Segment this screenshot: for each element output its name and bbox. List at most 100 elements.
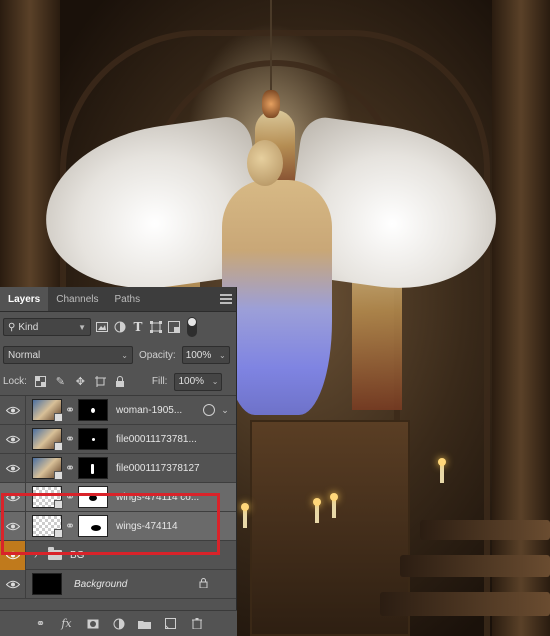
add-mask-icon[interactable] (86, 617, 100, 631)
chevron-down-icon[interactable]: ⌄ (218, 403, 232, 417)
group-name: BG (70, 549, 85, 561)
smart-object-icon (54, 442, 63, 451)
background-layer-row[interactable]: Background (0, 569, 236, 599)
lock-row: Lock: ✎ ✥ Fill: 100% ⌄ (0, 368, 236, 396)
lock-image-pixels-icon[interactable]: ✎ (54, 375, 67, 388)
visibility-eye-icon[interactable] (0, 453, 26, 483)
visibility-eye-icon[interactable] (0, 424, 26, 454)
angel-head (247, 140, 283, 186)
layer-thumbnail[interactable] (32, 457, 63, 480)
link-icon[interactable]: ⚭ (64, 519, 76, 533)
lock-all-icon[interactable] (114, 375, 127, 388)
link-icon[interactable]: ⚭ (64, 403, 76, 417)
shape-filter-icon[interactable] (149, 320, 163, 334)
blend-mode-value: Normal (8, 349, 41, 361)
fill-field[interactable]: 100% ⌄ (174, 372, 223, 391)
lock-position-icon[interactable]: ✥ (74, 375, 87, 388)
layer-row[interactable]: ⚭ file00011173781... (0, 424, 236, 454)
lock-artboard-icon[interactable] (94, 375, 107, 388)
type-filter-icon[interactable]: T (131, 320, 145, 334)
pew (400, 555, 550, 577)
opacity-label: Opacity: (139, 349, 176, 361)
layer-row[interactable]: ⚭ file0001117378127 (0, 453, 236, 483)
search-icon: ⚲ (8, 321, 16, 333)
opacity-field[interactable]: 100% ⌄ (181, 346, 230, 364)
tab-channels[interactable]: Channels (48, 287, 106, 311)
fill-value: 100% (178, 376, 205, 387)
tab-layers[interactable]: Layers (0, 287, 49, 311)
layer-mask-thumbnail[interactable] (78, 399, 108, 421)
layer-row[interactable]: ⚭ woman-1905... ⌄ (0, 395, 236, 425)
layer-thumbnail[interactable] (32, 515, 63, 538)
visibility-eye-icon[interactable] (0, 540, 26, 570)
smart-object-icon (54, 413, 63, 422)
candle (241, 503, 249, 528)
new-layer-icon[interactable] (164, 617, 178, 631)
panel-menu-icon[interactable] (220, 294, 232, 304)
link-icon[interactable]: ⚭ (64, 490, 76, 504)
visibility-eye-icon[interactable] (0, 569, 26, 599)
layer-thumbnail[interactable] (32, 486, 63, 509)
filter-toggle[interactable] (187, 317, 197, 337)
chevron-right-icon[interactable]: › (34, 550, 44, 561)
link-icon[interactable]: ⚭ (64, 432, 76, 446)
layer-name: woman-1905... (116, 404, 183, 416)
smart-object-icon (54, 500, 63, 509)
adjustment-filter-icon[interactable] (113, 320, 127, 334)
new-group-folder-icon[interactable] (138, 617, 152, 631)
layer-name: file0001117378127 (116, 462, 200, 474)
layer-name: wings-474114 co... (116, 491, 200, 503)
link-icon[interactable]: ⚭ (64, 461, 76, 475)
new-adjustment-layer-icon[interactable] (112, 617, 126, 631)
link-layers-icon[interactable]: ⚭ (34, 617, 48, 631)
blend-row: Normal ⌄ Opacity: 100% ⌄ (0, 342, 236, 368)
layer-extra-icons: ⌄ (203, 403, 232, 417)
layer-mask-thumbnail[interactable] (78, 428, 108, 450)
delete-layer-trash-icon[interactable] (190, 617, 204, 631)
pew (380, 592, 550, 616)
visibility-eye-icon[interactable] (0, 395, 26, 425)
layer-name: wings-474114 (116, 520, 178, 532)
smart-object-filter-icon[interactable] (167, 320, 181, 334)
layer-row[interactable]: ⚭ wings-474114 (0, 511, 236, 541)
layer-thumbnail[interactable] (32, 573, 62, 595)
group-row[interactable]: › BG (0, 540, 236, 570)
candle (438, 458, 446, 483)
candle (330, 493, 338, 518)
visibility-eye-icon[interactable] (0, 511, 26, 541)
layer-thumbnail[interactable] (32, 428, 63, 451)
chevron-down-icon: ⌄ (218, 350, 226, 360)
layer-style-fx-icon[interactable]: fx (60, 617, 74, 631)
layer-thumbnail[interactable] (32, 399, 63, 422)
lock-icon (199, 577, 208, 591)
lock-label: Lock: (3, 376, 27, 387)
adjustment-icon[interactable] (203, 404, 215, 416)
layer-mask-thumbnail[interactable] (78, 457, 108, 479)
pixel-filter-icon[interactable] (95, 320, 109, 334)
chevron-down-icon: ⌄ (121, 350, 128, 360)
opacity-value: 100% (185, 349, 212, 361)
visibility-eye-icon[interactable] (0, 482, 26, 512)
chevron-down-icon: ⌄ (211, 377, 219, 386)
chevron-down-icon: ▼ (78, 322, 86, 332)
filter-row: ⚲ Kind ▼ T (0, 312, 236, 342)
blend-mode-select[interactable]: Normal ⌄ (3, 346, 133, 364)
pew (420, 520, 550, 540)
hanging-lamp (262, 90, 280, 118)
layer-mask-thumbnail[interactable] (78, 486, 108, 508)
layer-mask-thumbnail[interactable] (78, 515, 108, 537)
lock-transparent-pixels-icon[interactable] (34, 375, 47, 388)
folder-icon (48, 547, 62, 560)
smart-object-icon (54, 471, 63, 480)
angel-figure (222, 180, 332, 415)
layer-name: Background (74, 578, 128, 590)
layer-row[interactable]: ⚭ wings-474114 co... (0, 482, 236, 512)
fill-label: Fill: (151, 376, 168, 387)
filter-kind-label: Kind (18, 321, 39, 333)
pillar (492, 0, 550, 636)
tab-paths[interactable]: Paths (107, 287, 149, 311)
filter-kind-select[interactable]: ⚲ Kind ▼ (3, 318, 91, 336)
smart-object-icon (54, 529, 63, 538)
layers-panel: Layers Channels Paths ⚲ Kind ▼ T Normal … (0, 287, 237, 636)
panel-bottom-bar: ⚭ fx (0, 610, 237, 636)
